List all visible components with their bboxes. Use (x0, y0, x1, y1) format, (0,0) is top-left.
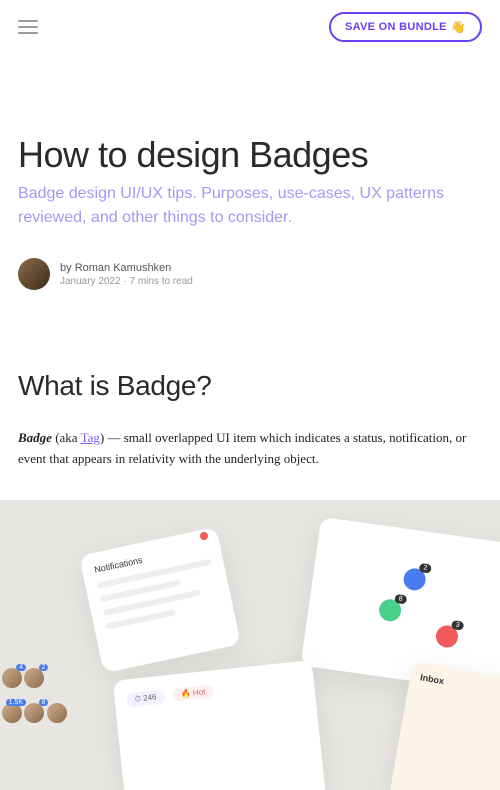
section-heading: What is Badge? (18, 370, 482, 402)
hot-pill: 🔥 Hot (172, 684, 214, 701)
avatar-icon: 4 (0, 666, 24, 690)
avatar-icon: 1.5K (0, 701, 24, 725)
avatar-icon (45, 701, 69, 725)
notification-dot-icon (200, 532, 208, 540)
illustration-card-dots: 2 8 3 (301, 516, 500, 692)
blue-dot-icon: 2 (402, 567, 427, 592)
page-title: How to design Badges (18, 134, 482, 176)
hero-illustration: Notifications 2 8 3 ⏱ 246 🔥 Hot Inbox 4 … (0, 500, 500, 790)
page-subtitle: Badge design UI/UX tips. Purposes, use-c… (18, 182, 482, 230)
author-avatar (18, 258, 50, 290)
count-pill: ⏱ 246 (126, 689, 165, 707)
author-byline: by Roman Kamushken (60, 262, 193, 274)
article-meta: January 2022 · 7 mins to read (60, 276, 193, 287)
illustration-card-notifications: Notifications (79, 526, 241, 672)
tag-link[interactable]: Tag (81, 430, 100, 445)
save-bundle-button[interactable]: SAVE ON BUNDLE 👋 (329, 12, 482, 42)
red-dot-icon: 3 (435, 624, 460, 649)
illustration-card-pills: ⏱ 246 🔥 Hot (113, 660, 328, 790)
wave-emoji-icon: 👋 (451, 20, 466, 34)
author-row: by Roman Kamushken January 2022 · 7 mins… (18, 258, 482, 290)
bundle-label: SAVE ON BUNDLE (345, 21, 447, 33)
avatar-icon: 2 (22, 666, 46, 690)
green-dot-icon: 8 (378, 597, 403, 622)
menu-button[interactable] (18, 20, 38, 34)
avatar-cluster: 4 2 1.5K 8 (6, 666, 69, 730)
intro-paragraph: Badge (aka Tag) — small overlapped UI it… (18, 428, 482, 470)
avatar-icon: 8 (22, 701, 46, 725)
